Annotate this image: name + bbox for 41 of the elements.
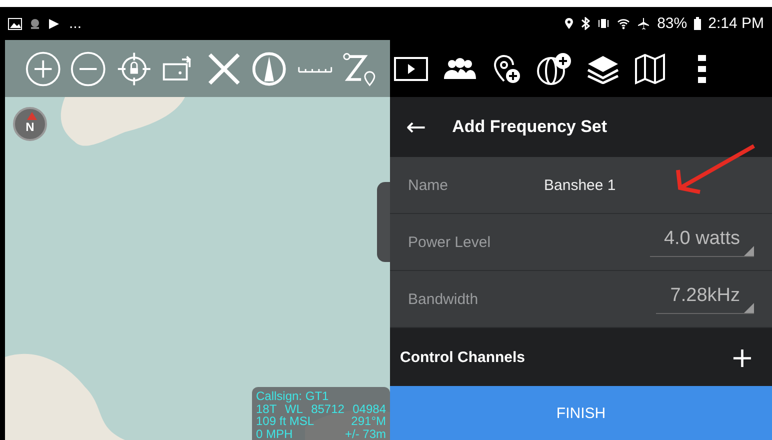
finish-button[interactable]: FINISH [390,386,772,440]
map-view[interactable]: N Callsign: GT1 18T WL 85712 04984 109 ft MSL 291°M 0 MPH +/- 73m [5,97,390,440]
compass-button[interactable]: N [13,107,47,141]
dropdown-field[interactable]: 7.28kHz [656,284,754,314]
bluetooth-icon [581,17,590,30]
section-label: Control Channels [400,348,526,366]
position-reading: 18T [256,402,277,415]
position-reading: 0 MPH [256,428,293,440]
zoom-in-icon[interactable] [25,50,62,88]
video-icon[interactable] [394,54,428,82]
position-reading: WL [284,402,303,415]
position-reading: 109 ft MSL [256,415,314,428]
position-reading: 04984 [352,402,386,415]
add-globe-icon[interactable] [536,52,572,86]
map-icon[interactable] [634,52,666,84]
more-options-icon[interactable] [698,54,706,82]
battery-percent: 83% [657,15,688,32]
field-label: Power Level [408,234,492,250]
position-reading: +/- 73m [344,428,386,440]
battery-icon [694,17,702,30]
dropdown-field[interactable]: 4.0 watts [650,227,754,257]
position-reading: 291°M [351,415,386,428]
vibrate-icon [597,17,610,30]
wifi-icon [617,17,630,30]
layers-icon[interactable] [586,54,620,84]
add-button[interactable]: + [730,340,754,374]
overflow-notifications: ... [69,15,82,32]
airplane-icon [637,17,650,30]
name-field[interactable]: Banshee 1 [544,176,616,194]
back-button[interactable]: ← [406,113,426,141]
clock: 2:14 PM [708,15,764,32]
callsign-text: Callsign: GT1 [256,390,330,402]
location-icon [564,17,574,30]
position-reading: 85712 [311,402,344,415]
zoom-out-icon[interactable] [70,50,106,88]
field-label: Name [408,176,450,194]
panel-title: Add Frequency Set [452,117,608,137]
image-icon [8,18,22,30]
panel-drag-handle[interactable] [377,182,390,262]
field-label: Bandwidth [408,290,480,308]
add-pin-icon[interactable] [492,52,522,84]
